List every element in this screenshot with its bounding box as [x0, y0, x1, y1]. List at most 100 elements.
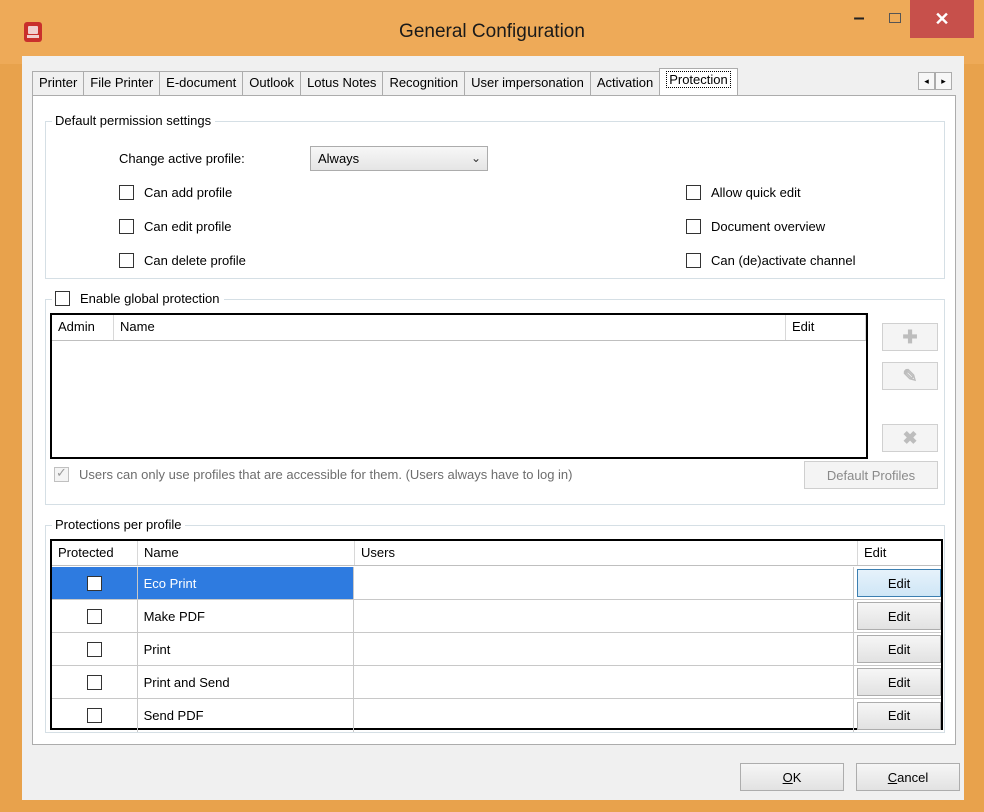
tab-protection-label: Protection: [666, 71, 731, 88]
edit-profile-button[interactable]: Edit: [857, 635, 942, 663]
can-add-profile-checkbox[interactable]: [119, 185, 134, 200]
title-bar[interactable]: General Configuration – ✕: [0, 0, 984, 64]
tab-scroll-left-button[interactable]: ◂: [918, 72, 935, 90]
column-header-edit[interactable]: Edit: [786, 315, 866, 340]
users-cell: [354, 666, 855, 698]
protection-tab-panel: Default permission settings Change activ…: [32, 95, 956, 745]
tab-user-impersonation[interactable]: User impersonation: [464, 71, 591, 95]
edit-profile-button[interactable]: Edit: [857, 602, 942, 630]
protected-checkbox[interactable]: [86, 575, 102, 591]
profile-name-cell: Send PDF: [138, 699, 354, 732]
tab-printer[interactable]: Printer: [32, 71, 85, 95]
can-add-profile-label: Can add profile: [144, 185, 233, 200]
protected-cell: [52, 567, 138, 599]
add-user-button[interactable]: ✚: [882, 323, 938, 351]
global-protection-table[interactable]: Admin Name Edit: [50, 313, 868, 459]
column-header-protected[interactable]: Protected: [52, 541, 138, 565]
change-profile-label: Change active profile:: [119, 151, 245, 166]
column-header-name[interactable]: Name: [114, 315, 786, 340]
table-row[interactable]: Print Edit: [52, 633, 942, 666]
tab-scroll-right-button[interactable]: ▸: [935, 72, 952, 90]
users-cell: [354, 600, 855, 632]
edit-cell: Edit: [854, 567, 942, 599]
edit-cell: Edit: [854, 699, 942, 732]
column-header-profile-name[interactable]: Name: [138, 541, 355, 565]
tab-scroll-buttons: ◂ ▸: [918, 72, 952, 90]
column-header-admin[interactable]: Admin: [52, 315, 114, 340]
ok-accelerator: O: [782, 769, 793, 785]
default-permission-group: Default permission settings Change activ…: [45, 113, 945, 279]
table-row[interactable]: Send PDF Edit: [52, 699, 942, 732]
dialog-window: General Configuration – ✕ Printer File P…: [0, 0, 984, 812]
delete-user-button[interactable]: ✖: [882, 424, 938, 452]
can-deactivate-channel-checkbox[interactable]: [686, 253, 701, 268]
edit-profile-button[interactable]: Edit: [857, 569, 942, 597]
maximize-icon: [889, 13, 901, 23]
delete-x-icon: ✖: [902, 427, 918, 448]
can-edit-profile-checkbox[interactable]: [119, 219, 134, 234]
users-only-accessible-label: Users can only use profiles that are acc…: [79, 467, 573, 482]
edit-profile-button[interactable]: Edit: [857, 668, 942, 696]
tab-recognition[interactable]: Recognition: [382, 71, 466, 95]
tab-file-printer[interactable]: File Printer: [83, 71, 161, 95]
tab-strip: Printer File Printer E-document Outlook …: [32, 68, 738, 96]
protected-checkbox[interactable]: [86, 708, 102, 723]
profile-name-cell: Eco Print: [137, 567, 354, 599]
ok-button[interactable]: OK: [740, 763, 844, 791]
protected-cell: [52, 600, 138, 632]
can-deactivate-channel-checkbox-row[interactable]: Can (de)activate channel: [686, 253, 856, 268]
enable-global-protection-checkbox[interactable]: [55, 291, 70, 306]
document-overview-checkbox-row[interactable]: Document overview: [686, 219, 825, 234]
close-button[interactable]: ✕: [910, 0, 974, 38]
can-edit-profile-checkbox-row[interactable]: Can edit profile: [119, 219, 231, 234]
document-overview-checkbox[interactable]: [686, 219, 701, 234]
profile-name-cell: Print: [138, 633, 354, 665]
can-deactivate-channel-label: Can (de)activate channel: [711, 253, 856, 268]
can-delete-profile-checkbox-row[interactable]: Can delete profile: [119, 253, 246, 268]
table-row[interactable]: Eco Print Edit: [52, 567, 942, 600]
tab-outlook[interactable]: Outlook: [242, 71, 302, 95]
tab-protection[interactable]: Protection: [659, 68, 738, 95]
default-profiles-button[interactable]: Default Profiles: [804, 461, 938, 489]
change-profile-value: Always: [318, 151, 360, 166]
table-row[interactable]: Print and Send Edit: [52, 666, 942, 699]
edit-user-button[interactable]: ✎: [882, 362, 938, 390]
profile-name-cell: Make PDF: [138, 600, 354, 632]
table-row[interactable]: Make PDF Edit: [52, 600, 942, 633]
change-profile-select[interactable]: Always ⌄: [310, 146, 488, 171]
protected-checkbox[interactable]: [86, 608, 102, 624]
can-delete-profile-label: Can delete profile: [144, 253, 246, 268]
allow-quick-edit-checkbox-row[interactable]: Allow quick edit: [686, 185, 801, 200]
column-header-users[interactable]: Users: [355, 541, 858, 565]
can-delete-profile-checkbox[interactable]: [119, 253, 134, 268]
protected-checkbox[interactable]: [86, 641, 102, 657]
protections-per-profile-legend: Protections per profile: [52, 517, 186, 532]
edit-cell: Edit: [854, 600, 942, 632]
cancel-accelerator: C: [887, 769, 898, 785]
profile-protection-table[interactable]: Protected Name Users Edit Eco Print Edit…: [50, 539, 943, 732]
tab-lotus-notes[interactable]: Lotus Notes: [300, 71, 384, 95]
cancel-button[interactable]: Cancel: [856, 763, 960, 791]
allow-quick-edit-checkbox[interactable]: [686, 185, 701, 200]
chevron-down-icon: ⌄: [470, 151, 481, 165]
profile-name-cell: Print and Send: [138, 666, 354, 698]
dialog-client-area: Printer File Printer E-document Outlook …: [22, 56, 964, 800]
default-permission-legend: Default permission settings: [52, 113, 216, 128]
column-header-profile-edit[interactable]: Edit: [858, 541, 941, 565]
can-add-profile-checkbox-row[interactable]: Can add profile: [119, 185, 232, 200]
tab-e-document[interactable]: E-document: [159, 71, 244, 95]
cancel-label-rest: ancel: [897, 769, 929, 785]
document-overview-label: Document overview: [711, 219, 826, 234]
edit-cell: Edit: [854, 666, 942, 698]
edit-cell: Edit: [854, 633, 942, 665]
users-cell: [354, 699, 855, 732]
edit-profile-button[interactable]: Edit: [857, 701, 942, 730]
minimize-button[interactable]: –: [836, 0, 882, 36]
users-cell: [353, 567, 855, 599]
enable-global-protection-row[interactable]: Enable global protection: [52, 291, 224, 306]
protected-checkbox[interactable]: [86, 674, 102, 690]
tab-activation[interactable]: Activation: [589, 71, 661, 95]
maximize-button[interactable]: [882, 0, 908, 36]
global-protection-group: Enable global protection Admin Name Edit…: [45, 291, 945, 505]
plus-icon: ✚: [902, 326, 918, 347]
